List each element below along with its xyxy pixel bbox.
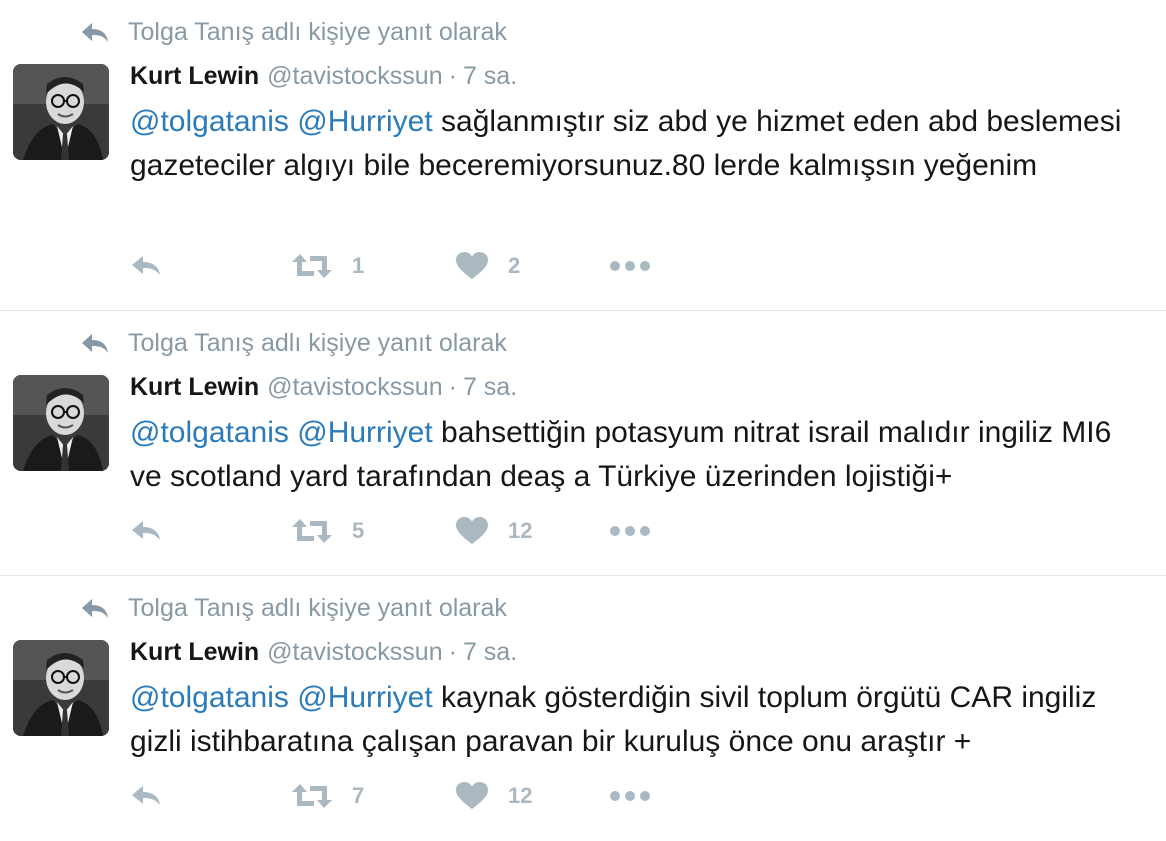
retweet-button[interactable]: 5 (292, 517, 456, 545)
reply-icon (132, 521, 160, 540)
like-count: 2 (508, 253, 521, 278)
retweet-count: 7 (352, 783, 365, 808)
heart-icon (456, 782, 488, 809)
mention-link[interactable]: @Hurriyet (297, 105, 432, 138)
reply-context[interactable]: Tolga Tanış adlı kişiye yanıt olarak (80, 329, 507, 358)
more-button[interactable] (610, 260, 650, 272)
reply-arrow-icon (80, 20, 110, 46)
reply-arrow-icon (80, 331, 110, 357)
avatar[interactable] (13, 375, 109, 471)
reply-context[interactable]: Tolga Tanış adlı kişiye yanıt olarak (80, 18, 507, 47)
tweet-text: @tolgatanis @Hurriyet bahsettiğin potasy… (130, 411, 1140, 499)
like-count: 12 (508, 518, 533, 543)
reply-context[interactable]: Tolga Tanış adlı kişiye yanıt olarak (80, 594, 507, 623)
author-name[interactable]: Kurt Lewin (130, 638, 259, 667)
retweet-button[interactable]: 7 (292, 782, 456, 810)
timestamp[interactable]: 7 sa. (463, 62, 517, 91)
author-name[interactable]: Kurt Lewin (130, 62, 259, 91)
separator-dot: · (448, 62, 457, 90)
separator-dot: · (448, 638, 457, 666)
mention-link[interactable]: @tolgatanis (130, 681, 289, 714)
mention-link[interactable]: @tolgatanis (130, 416, 289, 449)
author-handle[interactable]: @tavistockssun (267, 638, 442, 667)
retweet-icon (292, 519, 332, 543)
reply-button[interactable] (130, 783, 292, 809)
retweet-icon (292, 784, 332, 808)
tweet-text: @tolgatanis @Hurriyet kaynak gösterdiğin… (130, 676, 1140, 764)
separator-dot: · (448, 373, 457, 401)
tweet-text: @tolgatanis @Hurriyet sağlanmıştır siz a… (130, 100, 1140, 188)
reply-context-label: Tolga Tanış adlı kişiye yanıt olarak (128, 329, 507, 357)
reply-context-label: Tolga Tanış adlı kişiye yanıt olarak (128, 594, 507, 622)
tweet-header: Kurt Lewin @tavistockssun · 7 sa. (130, 638, 517, 667)
tweet-header: Kurt Lewin @tavistockssun · 7 sa. (130, 373, 517, 402)
heart-icon (456, 517, 488, 544)
more-dots-icon (610, 526, 650, 536)
reply-button[interactable] (130, 518, 292, 544)
tweet[interactable]: Tolga Tanış adlı kişiye yanıt olarak Kur… (0, 0, 1166, 311)
more-dots-icon (610, 261, 650, 271)
author-handle[interactable]: @tavistockssun (267, 373, 442, 402)
like-button[interactable]: 12 (456, 517, 610, 545)
retweet-count: 5 (352, 518, 365, 543)
more-dots-icon (610, 791, 650, 801)
tweet-actions: 7 12 (130, 782, 650, 810)
avatar[interactable] (13, 640, 109, 736)
like-count: 12 (508, 783, 533, 808)
like-button[interactable]: 12 (456, 782, 610, 810)
author-name[interactable]: Kurt Lewin (130, 373, 259, 402)
tweet-header: Kurt Lewin @tavistockssun · 7 sa. (130, 62, 517, 91)
reply-icon (132, 256, 160, 275)
reply-arrow-icon (80, 596, 110, 622)
tweet-actions: 5 12 (130, 517, 650, 545)
timestamp[interactable]: 7 sa. (463, 638, 517, 667)
tweet[interactable]: Tolga Tanış adlı kişiye yanıt olarak Kur… (0, 576, 1166, 841)
retweet-count: 1 (352, 253, 365, 278)
avatar[interactable] (13, 64, 109, 160)
author-handle[interactable]: @tavistockssun (267, 62, 442, 91)
retweet-icon (292, 254, 332, 278)
like-button[interactable]: 2 (456, 252, 610, 280)
reply-context-label: Tolga Tanış adlı kişiye yanıt olarak (128, 18, 507, 46)
timestamp[interactable]: 7 sa. (463, 373, 517, 402)
mention-link[interactable]: @Hurriyet (297, 416, 432, 449)
tweet-actions: 1 2 (130, 252, 650, 280)
more-button[interactable] (610, 525, 650, 537)
more-button[interactable] (610, 790, 650, 802)
reply-button[interactable] (130, 253, 292, 279)
mention-link[interactable]: @Hurriyet (297, 681, 432, 714)
tweet[interactable]: Tolga Tanış adlı kişiye yanıt olarak Kur… (0, 311, 1166, 576)
retweet-button[interactable]: 1 (292, 252, 456, 280)
reply-icon (132, 786, 160, 805)
heart-icon (456, 252, 488, 279)
mention-link[interactable]: @tolgatanis (130, 105, 289, 138)
